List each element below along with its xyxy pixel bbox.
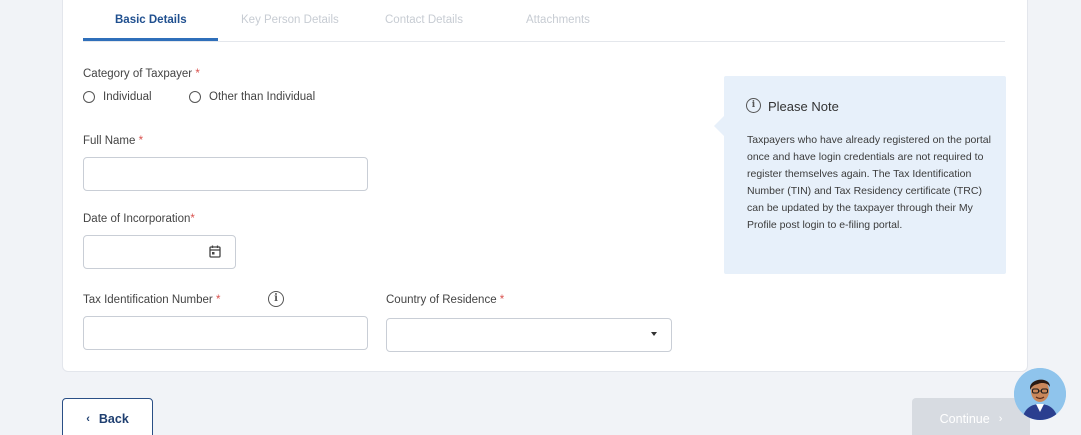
info-icon[interactable]: i <box>268 291 284 307</box>
chevron-right-icon: › <box>998 413 1003 425</box>
full-name-label: Full Name * <box>83 135 143 147</box>
tin-input[interactable] <box>84 317 367 349</box>
assistant-avatar[interactable] <box>1014 368 1066 420</box>
required-mark: * <box>215 294 221 306</box>
full-name-input[interactable] <box>84 158 367 190</box>
radio-individual[interactable] <box>83 91 95 103</box>
registration-page: Basic Details Key Person Details Contact… <box>0 0 1081 435</box>
doi-label-text: Date of Incorporation <box>83 213 191 225</box>
doi-label: Date of Incorporation* <box>83 213 195 225</box>
form-card: Basic Details Key Person Details Contact… <box>62 0 1028 372</box>
tab-contact-details[interactable]: Contact Details <box>385 14 463 26</box>
assistant-avatar-icon <box>1014 368 1066 420</box>
tin-label: Tax Identification Number * <box>83 294 220 306</box>
back-button-label: Back <box>98 412 129 426</box>
category-radio-individual[interactable]: Individual <box>83 91 152 103</box>
continue-button[interactable]: Continue › <box>912 398 1030 435</box>
info-icon: i <box>746 98 761 113</box>
tin-label-text: Tax Identification Number <box>83 294 213 306</box>
full-name-field[interactable] <box>83 157 368 191</box>
radio-other-than-individual[interactable] <box>189 91 201 103</box>
please-note-panel: i Please Note Taxpayers who have already… <box>714 76 1006 274</box>
category-label: Category of Taxpayer * <box>83 68 200 80</box>
full-name-label-text: Full Name <box>83 135 136 147</box>
tab-attachments[interactable]: Attachments <box>526 14 590 26</box>
note-title: Please Note <box>768 99 839 114</box>
tab-basic-details[interactable]: Basic Details <box>115 14 187 26</box>
active-tab-indicator <box>83 38 218 41</box>
country-select[interactable] <box>386 318 672 352</box>
country-label: Country of Residence * <box>386 294 504 306</box>
continue-button-label: Continue <box>939 412 990 426</box>
required-mark: * <box>499 294 505 306</box>
chevron-down-icon[interactable] <box>651 332 657 336</box>
category-radio-other[interactable]: Other than Individual <box>189 91 315 103</box>
tab-key-person-details[interactable]: Key Person Details <box>241 14 339 26</box>
tin-field[interactable] <box>83 316 368 350</box>
tab-bar: Basic Details Key Person Details Contact… <box>83 1 1005 42</box>
doi-field[interactable] <box>83 235 236 269</box>
chevron-left-icon: ‹ <box>86 413 90 425</box>
back-button[interactable]: ‹ Back <box>62 398 153 435</box>
required-mark: * <box>138 135 144 147</box>
category-label-text: Category of Taxpayer <box>83 68 193 80</box>
calendar-icon[interactable] <box>209 245 221 258</box>
country-label-text: Country of Residence <box>386 294 497 306</box>
required-mark: * <box>190 213 195 225</box>
radio-individual-label: Individual <box>103 91 152 103</box>
required-mark: * <box>195 68 200 80</box>
radio-other-label: Other than Individual <box>209 91 316 103</box>
note-text: Taxpayers who have already registered on… <box>747 134 991 231</box>
